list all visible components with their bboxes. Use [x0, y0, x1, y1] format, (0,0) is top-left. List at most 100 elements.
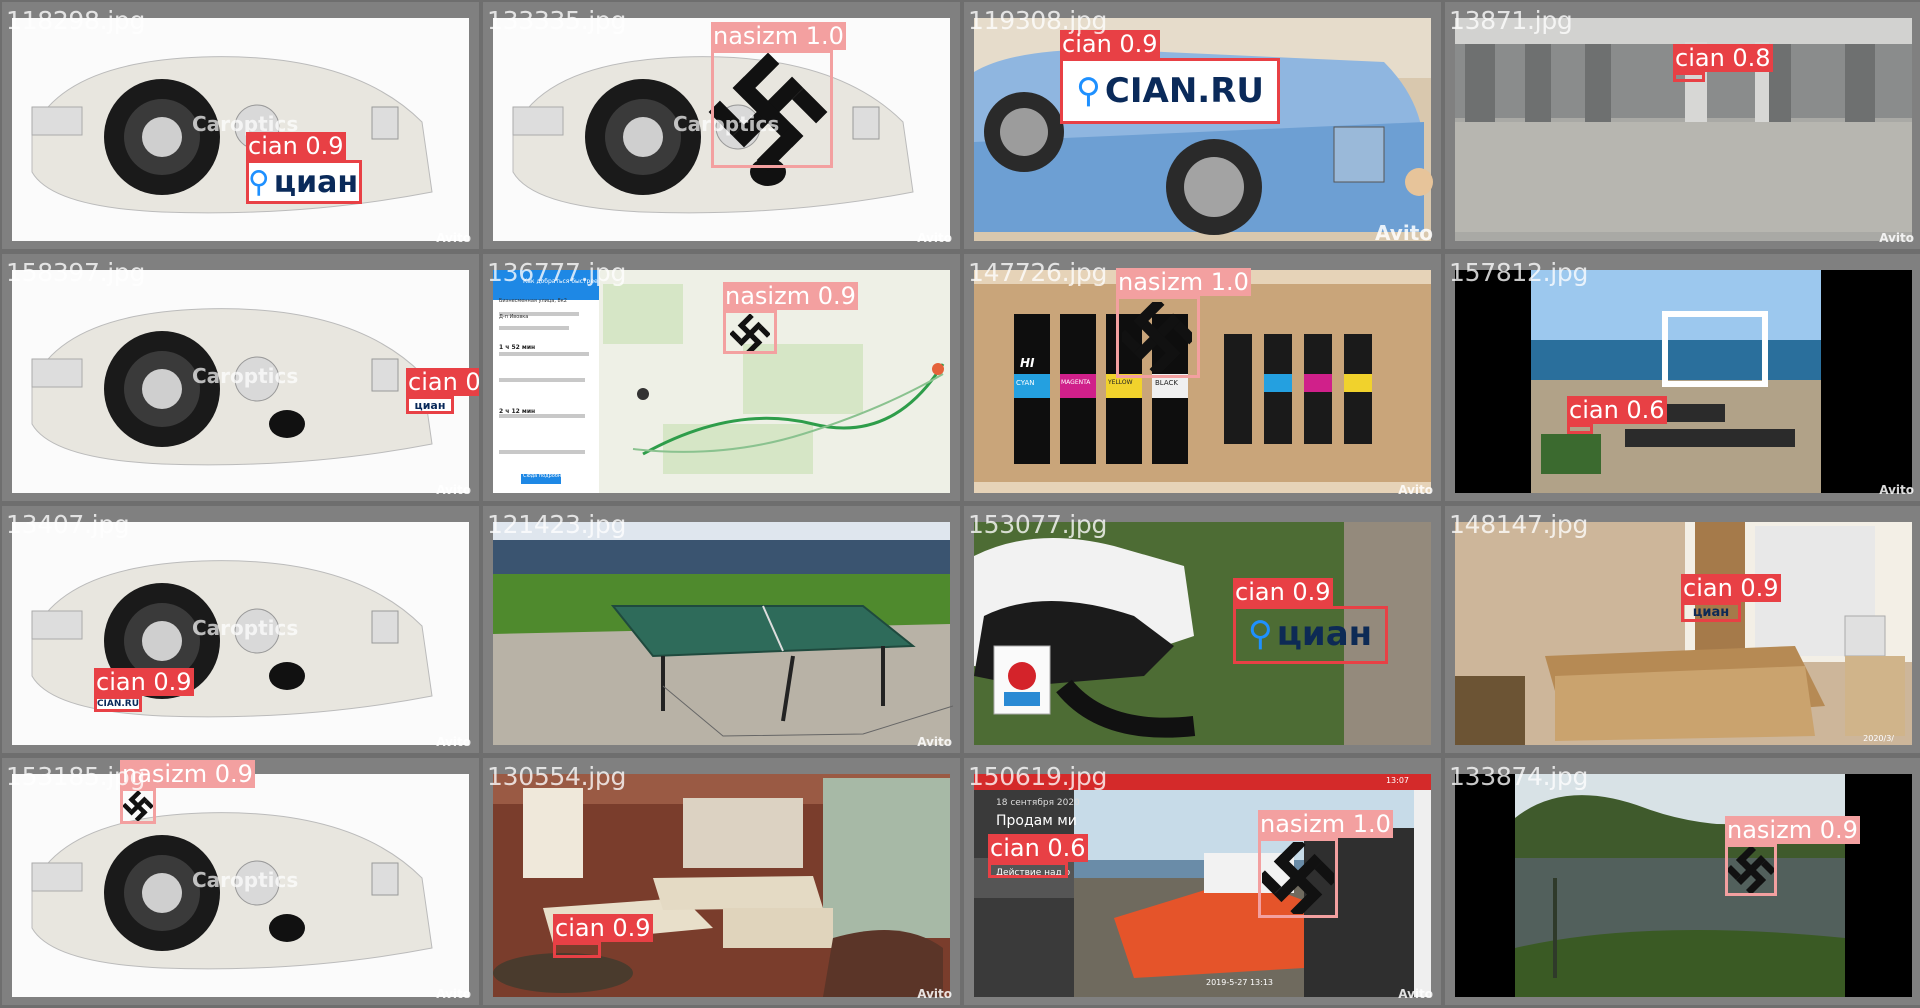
map-details-button[interactable]: Сюда подробнее [523, 473, 567, 479]
avito-watermark: Avito [1879, 231, 1914, 245]
caroptics-watermark: Caroptics [192, 364, 299, 388]
detection-box-cian [1681, 602, 1741, 622]
ui-time: 13:07 [1385, 776, 1409, 785]
detection-box-nasizm [711, 50, 833, 168]
avito-watermark: Avito [436, 231, 471, 245]
ink-label-black: BLACK [1155, 379, 1179, 387]
tile-filename: 121423.jpg [487, 510, 627, 539]
photo-stamp: 2020/3/ [1863, 734, 1894, 743]
tile-11[interactable]: ⚲ циан cian 0.9 153077.jpg [964, 506, 1441, 753]
avito-watermark: Avito [436, 735, 471, 749]
detection-label: cian 0.9 [406, 368, 479, 396]
detection-label: cian 0.9 [94, 668, 194, 696]
detection-label: cian 0.9 [553, 914, 653, 942]
tile-filename: 158397.jpg [6, 258, 146, 287]
detection-box-cian [1060, 58, 1280, 124]
ink-label-magenta: MAGENTA [1061, 379, 1091, 386]
detection-box-cian [246, 160, 362, 204]
tile-filename: 118298.jpg [6, 6, 146, 35]
detection-label: nasizm 1.0 [1116, 268, 1251, 296]
tile-filename: 133874.jpg [1449, 762, 1589, 791]
tile-image [483, 506, 960, 753]
avito-watermark: Avito [917, 735, 952, 749]
tile-filename: 153077.jpg [968, 510, 1108, 539]
tile-filename: 130554.jpg [487, 762, 627, 791]
tile-6[interactable]: Как добраться быстрее Бизнесменная улица… [483, 254, 960, 501]
detection-box-cian [1567, 424, 1593, 434]
avito-watermark: Avito [1398, 483, 1433, 497]
tile-filename: 133335.jpg [487, 6, 627, 35]
detection-box-cian [406, 396, 454, 414]
tile-16[interactable]: nasizm 0.9 133874.jpg [1445, 758, 1920, 1005]
tile-4[interactable]: cian 0.8 Avito 13871.jpg [1445, 2, 1920, 249]
map-point-b[interactable]: Д-п Ивовка [499, 314, 528, 320]
ink-label-yellow: YELLOW [1108, 379, 1133, 386]
tile-filename: 150619.jpg [968, 762, 1108, 791]
detection-label: cian 0.9 [1233, 578, 1333, 606]
ink-brand: HI [1020, 356, 1035, 370]
tile-filename: 147726.jpg [968, 258, 1108, 287]
tile-image [964, 2, 1441, 249]
detection-box-cian [988, 862, 1068, 878]
detection-label: nasizm 1.0 [1258, 810, 1393, 838]
tile-14[interactable]: cian 0.9 Avito 130554.jpg [483, 758, 960, 1005]
ui-headline: Продам ми [996, 813, 1077, 829]
detection-grid: Caroptics ⚲ циан cian 0.9 Avito 118298.jp… [0, 0, 1920, 1008]
detection-label: cian 0.9 [246, 132, 346, 160]
tile-image [1445, 2, 1920, 249]
caroptics-watermark: Caroptics [192, 868, 299, 892]
tile-image: Как добраться быстрее Бизнесменная улица… [483, 254, 960, 501]
avito-watermark: Avito [436, 987, 471, 1001]
avito-watermark: Avito [917, 231, 952, 245]
tile-filename: 153185.jpg [6, 762, 146, 791]
detection-box-cian [1233, 606, 1388, 664]
tile-8[interactable]: cian 0.6 Avito 157812.jpg [1445, 254, 1920, 501]
tile-13[interactable]: Caroptics nasizm 0.9 Avito 153185.jpg [2, 758, 479, 1005]
tile-filename: 13407.jpg [6, 510, 130, 539]
avito-watermark: Avito [917, 987, 952, 1001]
detection-box-cian [94, 696, 142, 712]
detection-label: cian 0.9 [1681, 574, 1781, 602]
avito-watermark: Avito [1879, 483, 1914, 497]
detection-label: nasizm 1.0 [711, 22, 846, 50]
tile-image [1445, 758, 1920, 1005]
tile-image: 18 сентября 2020 Продам ми 13:07 Действи… [964, 758, 1441, 1005]
avito-watermark: Avito [1398, 987, 1433, 1001]
detection-label: nasizm 0.9 [1725, 816, 1860, 844]
detection-label: cian 0.6 [1567, 396, 1667, 424]
detection-box-cian [553, 942, 601, 958]
tile-image [483, 758, 960, 1005]
detection-box-nasizm [120, 788, 156, 824]
detection-label: cian 0.6 [988, 834, 1088, 862]
tile-5[interactable]: Caroptics циан cian 0.9 Avito 158397.jpg [2, 254, 479, 501]
photo-stamp: 2019-5-27 13:13 [1206, 978, 1273, 987]
tile-3[interactable]: ⚲ CIAN.RU cian 0.9 Avito 119308.jpg [964, 2, 1441, 249]
tile-filename: 148147.jpg [1449, 510, 1589, 539]
detection-box-nasizm [1258, 838, 1338, 918]
caroptics-watermark: Caroptics [192, 616, 299, 640]
tile-12[interactable]: 2020/3/ циан cian 0.9 148147.jpg [1445, 506, 1920, 753]
tile-filename: 13871.jpg [1449, 6, 1573, 35]
ink-label-cyan: CYAN [1016, 379, 1035, 387]
map-point-a[interactable]: Бизнесменная улица, 8к2 [499, 298, 567, 304]
tile-image: 2020/3/ [1445, 506, 1920, 753]
tile-2[interactable]: Caroptics nasizm 1.0 Avito 133335.jpg [483, 2, 960, 249]
map-route-2[interactable]: 2 ч 12 мин [499, 408, 535, 415]
ui-date: 18 сентября 2020 [996, 798, 1080, 808]
detection-label: nasizm 0.9 [723, 282, 858, 310]
tile-10[interactable]: Avito 121423.jpg [483, 506, 960, 753]
detection-box-nasizm [1725, 844, 1777, 896]
detection-box-nasizm [723, 310, 777, 354]
tile-15[interactable]: 18 сентября 2020 Продам ми 13:07 Действи… [964, 758, 1441, 1005]
tile-filename: 157812.jpg [1449, 258, 1589, 287]
tile-9[interactable]: Caroptics CIAN.RU cian 0.9 Avito 13407.j… [2, 506, 479, 753]
tile-image [1445, 254, 1920, 501]
tile-7[interactable]: CYAN MAGENTA YELLOW BLACK HI nasizm 1.0 … [964, 254, 1441, 501]
detection-box-cian [1673, 72, 1705, 82]
tile-filename: 136777.jpg [487, 258, 627, 287]
detection-box-nasizm [1116, 296, 1200, 378]
map-route-1[interactable]: 1 ч 52 мин [499, 344, 535, 351]
tile-filename: 119308.jpg [968, 6, 1108, 35]
avito-watermark: Avito [1375, 221, 1433, 245]
tile-1[interactable]: Caroptics ⚲ циан cian 0.9 Avito 118298.jp… [2, 2, 479, 249]
